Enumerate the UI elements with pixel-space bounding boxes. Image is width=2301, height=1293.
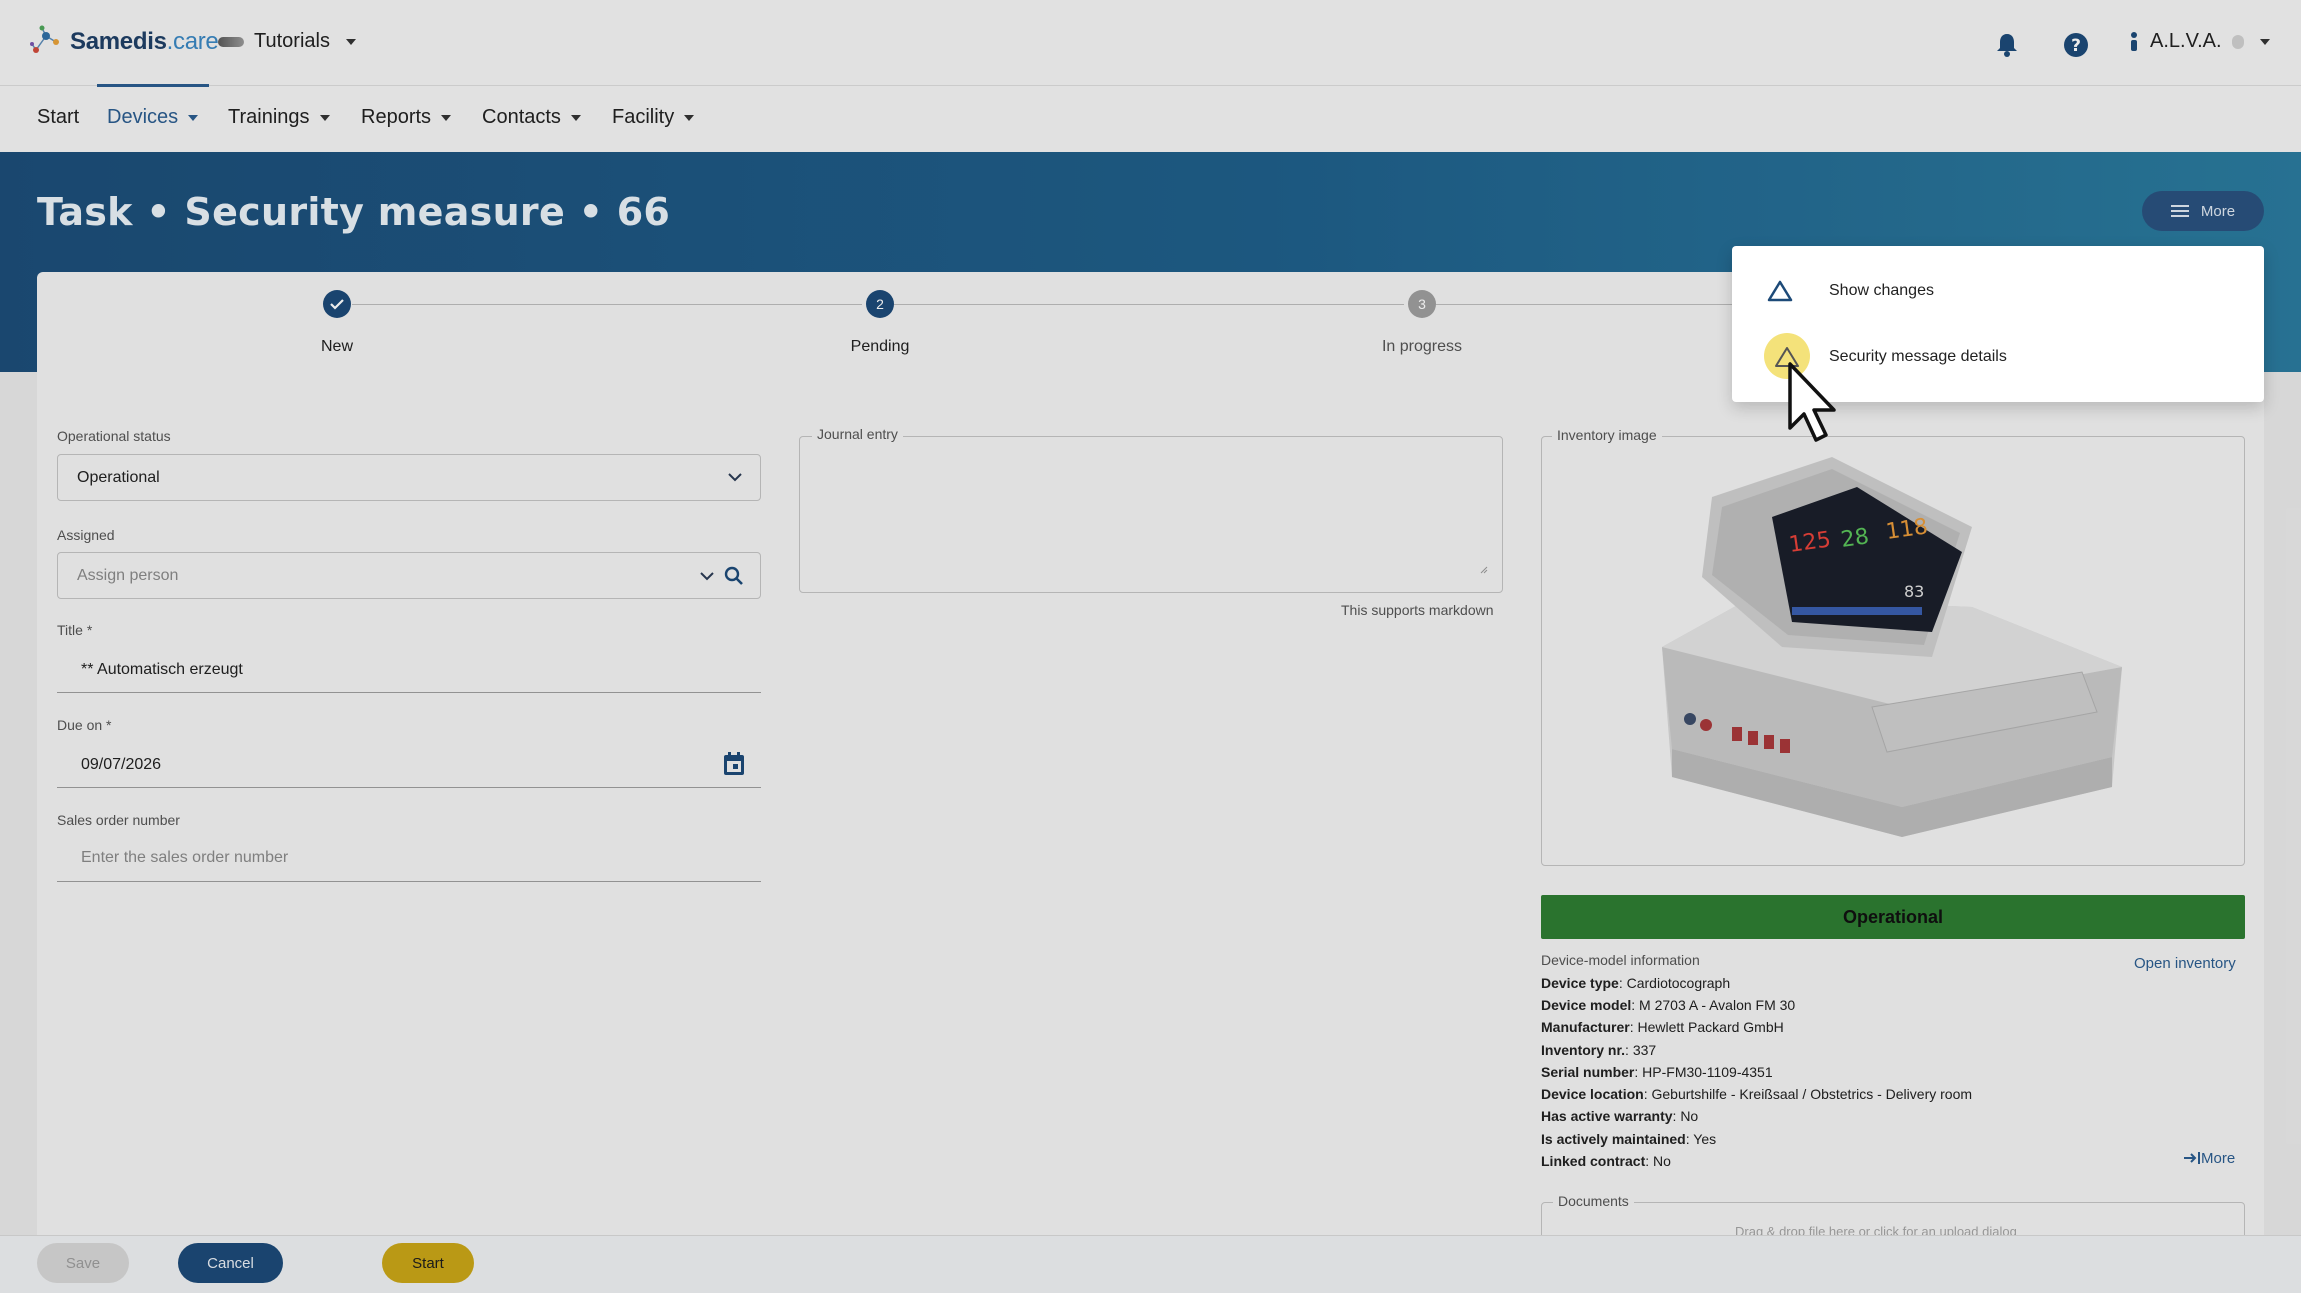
logo-text: Samedis.care — [70, 28, 219, 55]
detail-device-model: Device model: M 2703 A - Avalon FM 30 — [1541, 997, 1796, 1013]
main-nav: Start Devices Trainings Reports Contacts… — [0, 86, 2301, 152]
svg-text:28: 28 — [1839, 524, 1870, 553]
chevron-down-icon — [684, 114, 695, 121]
sales-order-label: Sales order number — [57, 812, 180, 828]
chevron-down-icon — [441, 114, 452, 121]
detail-linked-contract: Linked contract: No — [1541, 1153, 1671, 1169]
operational-status-banner: Operational — [1541, 895, 2245, 939]
journal-entry-label: Journal entry — [812, 426, 903, 442]
detail-serial-number: Serial number: HP-FM30-1109-4351 — [1541, 1064, 1773, 1080]
journal-entry-textarea[interactable] — [799, 436, 1503, 593]
mouse-cursor-icon — [1788, 362, 1836, 442]
step-new-check-icon — [323, 290, 351, 318]
more-button[interactable]: More — [2142, 191, 2264, 231]
detail-device-location: Device location: Geburtshilfe - Kreißsaa… — [1541, 1086, 1973, 1102]
molecule-logo-icon — [30, 25, 59, 53]
documents-label: Documents — [1553, 1193, 1634, 1209]
user-name: A.L.V.A. — [2150, 30, 2222, 52]
device-model-info-title: Device-model information — [1541, 952, 1700, 968]
chevron-down-icon — [570, 114, 581, 121]
calendar-icon[interactable] — [723, 752, 745, 776]
nav-trainings[interactable]: Trainings — [228, 106, 330, 129]
stepper-connector — [894, 304, 1404, 305]
nav-contacts[interactable]: Contacts — [482, 106, 581, 129]
user-menu[interactable]: A.L.V.A. — [2128, 30, 2270, 53]
nav-facility[interactable]: Facility — [612, 106, 695, 129]
inventory-image-frame: 125 28 118 83 — [1541, 436, 2245, 866]
detail-device-type: Device type: Cardiotocograph — [1541, 975, 1731, 991]
title-input[interactable]: ** Automatisch erzeugt — [57, 647, 761, 693]
chevron-down-icon[interactable] — [700, 572, 714, 581]
step-in-progress-label: In progress — [1381, 338, 1463, 355]
start-button[interactable]: Start — [382, 1243, 474, 1283]
user-icon — [2131, 31, 2137, 51]
top-bar: Samedis.care Tutorials ? A.L.V.A. — [0, 0, 2301, 86]
svg-text:?: ? — [2071, 36, 2081, 56]
page-title: Task • Security measure • 66 — [37, 190, 671, 234]
chevron-down-icon — [2259, 38, 2270, 45]
step-in-progress-marker: 3 — [1408, 290, 1436, 318]
samedis-logo[interactable]: Samedis.care — [28, 24, 219, 60]
resize-handle-icon[interactable] — [1480, 566, 1488, 574]
chevron-down-icon — [188, 114, 199, 121]
user-avatar — [2231, 34, 2244, 49]
operation-status-select[interactable]: Operational — [57, 454, 761, 501]
inventory-image-label: Inventory image — [1552, 427, 1662, 443]
action-bar — [0, 1235, 2301, 1293]
tenant-switcher[interactable]: Tutorials — [218, 30, 356, 53]
step-pending-marker: 2 — [866, 290, 894, 318]
open-inventory-link[interactable]: Open inventory — [2134, 955, 2236, 972]
step-new-label: New — [320, 338, 354, 355]
detail-manufacturer: Manufacturer: Hewlett Packard GmbH — [1541, 1019, 1784, 1035]
nav-devices[interactable]: Devices — [107, 106, 199, 129]
operation-status-value: Operational — [77, 468, 160, 486]
detail-active-warranty: Has active warranty: No — [1541, 1108, 1699, 1124]
menu-item-show-changes[interactable]: Show changes — [1732, 258, 2264, 324]
save-button[interactable]: Save — [37, 1243, 129, 1283]
tenant-logo — [218, 36, 244, 47]
svg-text:83: 83 — [1904, 582, 1924, 601]
operation-status-label: Operational status — [57, 428, 171, 444]
due-on-input[interactable]: 09/07/2026 — [57, 742, 761, 788]
stepper-connector — [352, 304, 862, 305]
search-icon[interactable] — [724, 566, 744, 586]
expand-arrow-icon — [2184, 1152, 2200, 1164]
sales-order-placeholder: Enter the sales order number — [81, 848, 289, 866]
chevron-down-icon — [319, 114, 330, 121]
menu-icon — [2170, 205, 2189, 217]
triangle-icon — [1767, 280, 1793, 302]
chevron-down-icon — [345, 38, 356, 45]
more-button-label: More — [2200, 202, 2236, 220]
due-on-label: Due on * — [57, 717, 112, 733]
title-label: Title * — [57, 622, 93, 638]
nav-active-indicator — [97, 84, 209, 87]
tenant-name: Tutorials — [254, 30, 330, 52]
title-value: ** Automatisch erzeugt — [81, 660, 243, 678]
due-on-value: 09/07/2026 — [81, 755, 162, 773]
device-image: 125 28 118 83 — [1662, 457, 2122, 837]
assigned-person-select[interactable]: Assign person — [57, 552, 761, 599]
details-more-link[interactable]: More — [2183, 1150, 2235, 1167]
sales-order-input[interactable]: Enter the sales order number — [57, 834, 761, 882]
cancel-button[interactable]: Cancel — [178, 1243, 283, 1283]
help-icon[interactable]: ? — [2063, 32, 2089, 58]
nav-start[interactable]: Start — [37, 106, 79, 129]
menu-item-label: Show changes — [1829, 282, 1934, 299]
assigned-placeholder: Assign person — [77, 566, 179, 584]
detail-inventory-nr: Inventory nr.: 337 — [1541, 1042, 1657, 1058]
chevron-down-icon — [728, 473, 742, 482]
step-pending-label: Pending — [850, 338, 910, 355]
assigned-label: Assigned — [57, 527, 115, 543]
stepper-connector — [1436, 304, 1736, 305]
detail-actively-maintained: Is actively maintained: Yes — [1541, 1131, 1717, 1147]
nav-reports[interactable]: Reports — [361, 106, 452, 129]
markdown-hint: This supports markdown — [1341, 602, 1494, 618]
bell-icon[interactable] — [1995, 32, 2019, 58]
menu-item-label: Security message details — [1829, 348, 2007, 365]
